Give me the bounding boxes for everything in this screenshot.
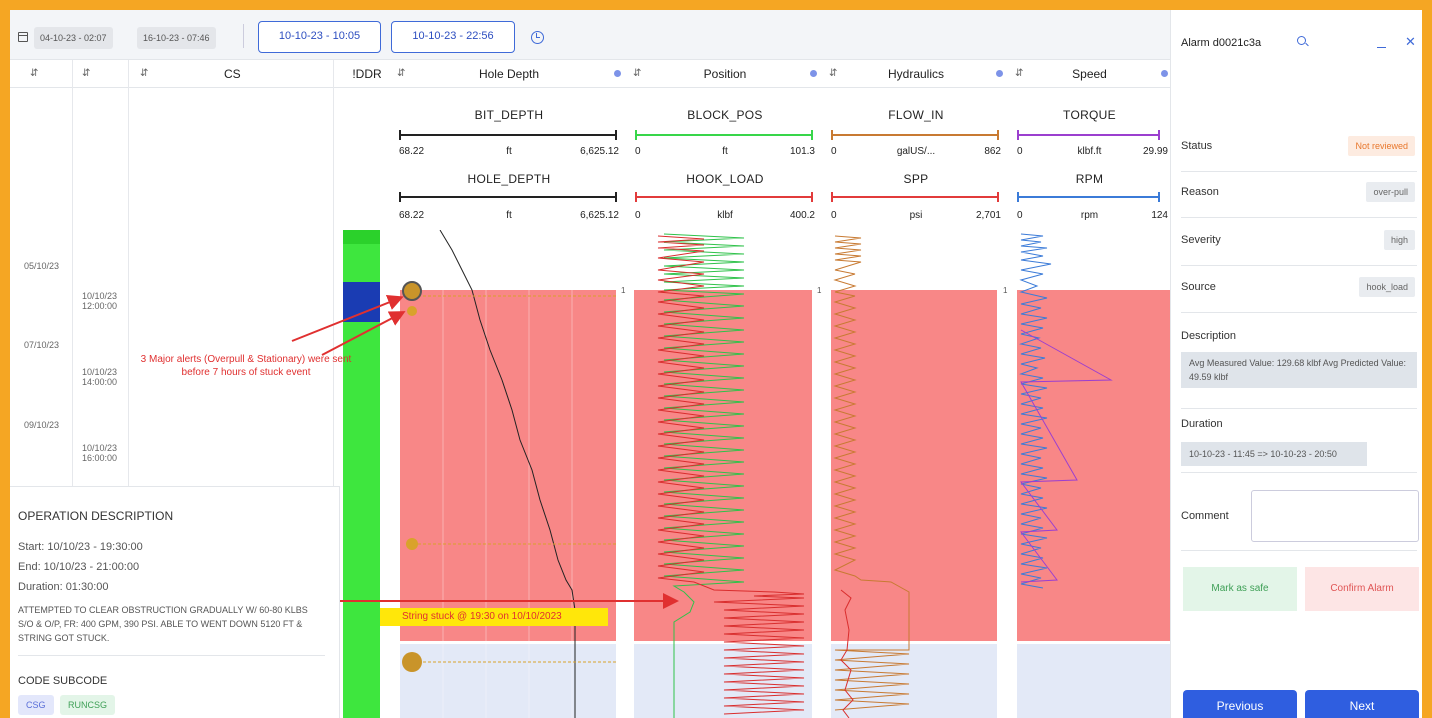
severity-row: Severity high — [1181, 220, 1417, 266]
next-button[interactable]: Next — [1305, 690, 1419, 718]
severity-label: Severity — [1181, 234, 1221, 246]
comment-label: Comment — [1181, 510, 1229, 522]
mark-safe-button[interactable]: Mark as safe — [1183, 567, 1297, 611]
search-icon[interactable] — [1297, 36, 1306, 45]
source-row: Source hook_load — [1181, 267, 1417, 313]
source-label: Source — [1181, 281, 1216, 293]
divider — [1181, 550, 1417, 551]
reason-badge: over-pull — [1366, 182, 1415, 202]
duration: Duration: 01:30:00 — [18, 581, 109, 593]
reason-row: Reason over-pull — [1181, 172, 1417, 218]
divider — [1181, 408, 1417, 409]
codes-header: CODE SUBCODE — [18, 675, 108, 687]
reason-label: Reason — [1181, 186, 1219, 198]
operation-text: ATTEMPTED TO CLEAR OBSTRUCTION GRADUALLY… — [18, 605, 308, 643]
source-badge: hook_load — [1359, 277, 1415, 297]
comment-input[interactable] — [1251, 490, 1419, 542]
divider — [18, 655, 325, 656]
previous-button[interactable]: Previous — [1183, 690, 1297, 718]
description-label: Description — [1181, 330, 1237, 342]
alarm-panel: Alarm d0021c3a ✕ Status Not reviewed Rea… — [1170, 10, 1422, 718]
status-label: Status — [1181, 140, 1213, 152]
duration-label: Duration — [1181, 418, 1223, 430]
status-row: Status Not reviewed — [1181, 126, 1417, 172]
code-badge: CSG — [18, 695, 54, 715]
operation-description-panel: OPERATION DESCRIPTION Start: 10/10/23 - … — [10, 486, 340, 718]
end-time: End: 10/10/23 - 21:00:00 — [18, 561, 140, 573]
app-frame: 04-10-23 - 02:07 16-10-23 - 07:46 10-10-… — [10, 10, 1422, 718]
alarm-title: Alarm d0021c3a — [1181, 37, 1262, 49]
close-icon[interactable]: ✕ — [1405, 35, 1416, 48]
description-box: Avg Measured Value: 129.68 klbf Avg Pred… — [1181, 352, 1417, 388]
status-badge: Not reviewed — [1348, 136, 1415, 156]
confirm-alarm-button[interactable]: Confirm Alarm — [1305, 567, 1419, 611]
stuck-annotation: String stuck @ 19:30 on 10/10/2023 — [380, 608, 608, 626]
minimize-icon[interactable] — [1377, 34, 1386, 48]
severity-badge: high — [1383, 230, 1415, 250]
subcode-badge: RUNCSG — [60, 695, 116, 715]
start-time: Start: 10/10/23 - 19:30:00 — [18, 541, 143, 553]
panel-title: OPERATION DESCRIPTION — [18, 509, 174, 523]
duration-box: 10-10-23 - 11:45 => 10-10-23 - 20:50 — [1181, 442, 1367, 466]
divider — [1181, 472, 1417, 473]
